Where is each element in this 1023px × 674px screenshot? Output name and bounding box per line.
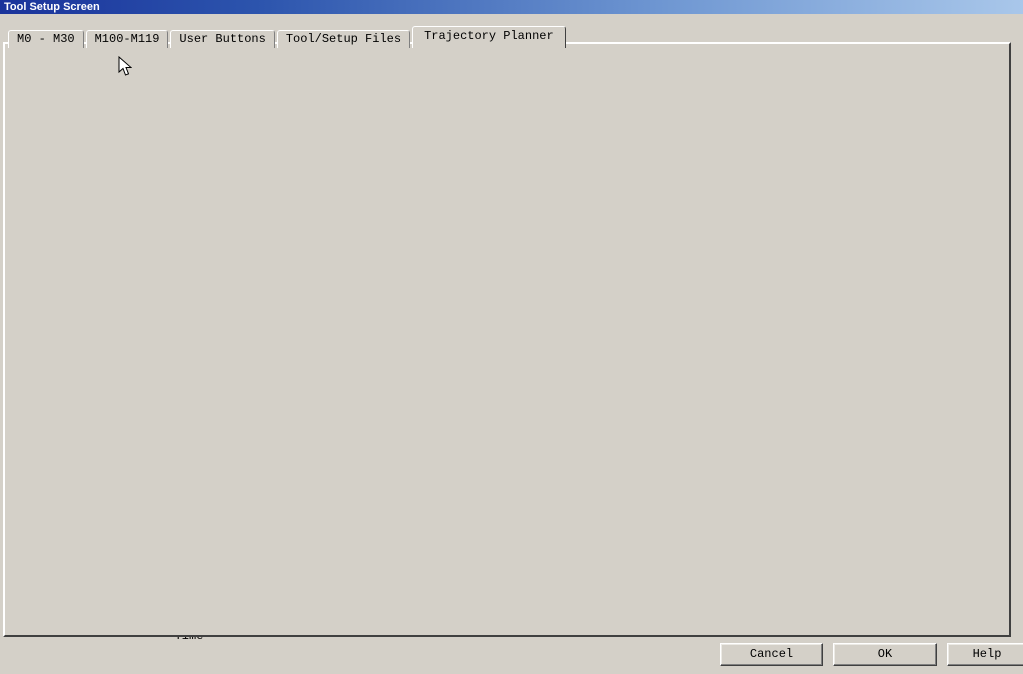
tab-user-buttons[interactable]: User Buttons <box>170 30 274 48</box>
window-titlebar: Tool Setup Screen <box>0 0 1023 14</box>
tab-m0-m30[interactable]: M0 - M30 <box>8 30 84 48</box>
tab-m100-m119[interactable]: M100-M119 <box>86 30 169 48</box>
tab-strip: M0 - M30 M100-M119 User Buttons Tool/Set… <box>8 26 568 48</box>
tab-tool-setup-files[interactable]: Tool/Setup Files <box>277 30 410 48</box>
tab-page-panel <box>3 42 1011 637</box>
tab-trajectory-planner[interactable]: Trajectory Planner <box>412 26 566 48</box>
tool-setup-window: Tool Setup Screen M0 - M30 M100-M119 Use… <box>0 0 1023 674</box>
help-button[interactable]: Help <box>947 643 1023 666</box>
window-title: Tool Setup Screen <box>4 1 100 13</box>
mouse-cursor-icon <box>118 56 132 77</box>
ok-button[interactable]: OK <box>833 643 937 666</box>
cancel-button[interactable]: Cancel <box>720 643 823 666</box>
